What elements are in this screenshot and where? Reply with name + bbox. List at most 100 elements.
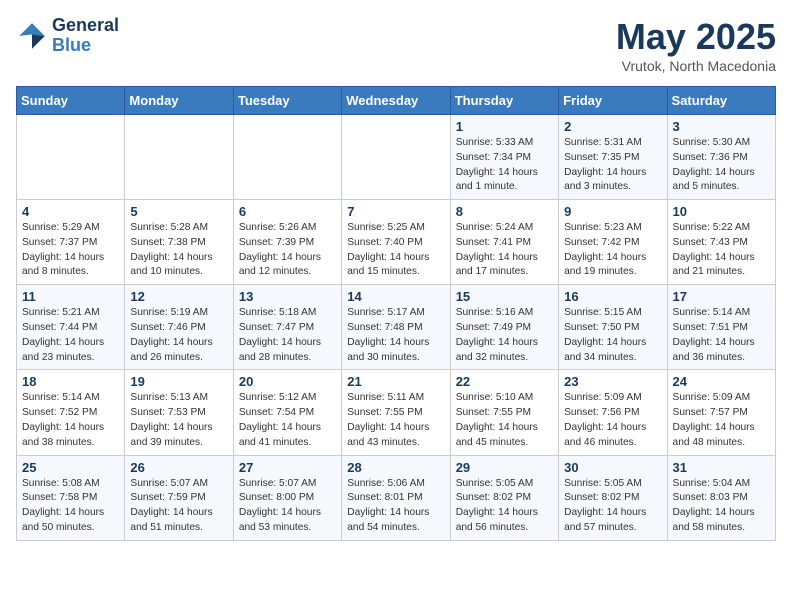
day-info: Sunrise: 5:22 AM Sunset: 7:43 PM Dayligh… [673,221,770,280]
day-info: Sunrise: 5:06 AM Sunset: 8:01 PM Dayligh… [347,477,444,536]
day-number: 23 [564,374,661,389]
day-info: Sunrise: 5:26 AM Sunset: 7:39 PM Dayligh… [239,221,336,280]
day-info: Sunrise: 5:04 AM Sunset: 8:03 PM Dayligh… [673,477,770,536]
calendar-cell: 18Sunrise: 5:14 AM Sunset: 7:52 PM Dayli… [17,370,125,455]
day-number: 21 [347,374,444,389]
page-header: General Blue May 2025 Vrutok, North Mace… [16,16,776,74]
day-info: Sunrise: 5:23 AM Sunset: 7:42 PM Dayligh… [564,221,661,280]
day-info: Sunrise: 5:33 AM Sunset: 7:34 PM Dayligh… [456,136,553,195]
calendar-cell: 26 Sunrise: 5:07 AM Sunset: 7:59 PM Dayli… [125,455,233,540]
day-info: Sunrise: 5:29 AM Sunset: 7:37 PM Dayligh… [22,221,119,280]
day-number: 31 [673,460,770,475]
calendar-cell: 16 Sunrise: 5:15 AM Sunset: 7:50 PM Dayli… [559,285,667,370]
day-number: 12 [130,289,227,304]
calendar-cell: 22 Sunrise: 5:10 AM Sunset: 7:55 PM Dayli… [450,370,558,455]
logo: General Blue [16,16,119,56]
day-number: 24 [673,374,770,389]
header-day: Tuesday [233,87,341,115]
day-number: 6 [239,204,336,219]
calendar-cell: 3 Sunrise: 5:30 AM Sunset: 7:36 PM Daylig… [667,115,775,200]
day-info: Sunrise: 5:09 AM Sunset: 7:57 PM Dayligh… [673,391,770,450]
day-number: 3 [673,119,770,134]
header-day: Sunday [17,87,125,115]
day-info: Sunrise: 5:10 AM Sunset: 7:55 PM Dayligh… [456,391,553,450]
calendar-cell: 14 Sunrise: 5:17 AM Sunset: 7:48 PM Dayli… [342,285,450,370]
calendar-cell: 1 Sunrise: 5:33 AM Sunset: 7:34 PM Daylig… [450,115,558,200]
day-info: Sunrise: 5:07 AM Sunset: 7:59 PM Dayligh… [130,477,227,536]
calendar-cell: 28 Sunrise: 5:06 AM Sunset: 8:01 PM Dayli… [342,455,450,540]
day-number: 4 [22,204,119,219]
header-day: Monday [125,87,233,115]
calendar-cell: 7 Sunrise: 5:25 AM Sunset: 7:40 PM Daylig… [342,200,450,285]
logo-blue: Blue [52,36,119,56]
calendar-cell: 19 Sunrise: 5:13 AM Sunset: 7:53 PM Dayli… [125,370,233,455]
day-info: Sunrise: 5:17 AM Sunset: 7:48 PM Dayligh… [347,306,444,365]
location: Vrutok, North Macedonia [616,58,776,74]
calendar-cell: 25Sunrise: 5:08 AM Sunset: 7:58 PM Dayli… [17,455,125,540]
month-title: May 2025 [616,16,776,58]
day-info: Sunrise: 5:21 AM Sunset: 7:44 PM Dayligh… [22,306,119,365]
day-number: 1 [456,119,553,134]
calendar-cell: 30Sunrise: 5:05 AM Sunset: 8:02 PM Dayli… [559,455,667,540]
calendar-cell: 24 Sunrise: 5:09 AM Sunset: 7:57 PM Dayli… [667,370,775,455]
day-number: 30 [564,460,661,475]
day-info: Sunrise: 5:30 AM Sunset: 7:36 PM Dayligh… [673,136,770,195]
day-number: 14 [347,289,444,304]
day-number: 10 [673,204,770,219]
day-number: 7 [347,204,444,219]
calendar-row: 11 Sunrise: 5:21 AM Sunset: 7:44 PM Dayli… [17,285,776,370]
day-info: Sunrise: 5:16 AM Sunset: 7:49 PM Dayligh… [456,306,553,365]
day-number: 17 [673,289,770,304]
header-day: Thursday [450,87,558,115]
day-number: 11 [22,289,119,304]
calendar-table: SundayMondayTuesdayWednesdayThursdayFrid… [16,86,776,541]
calendar-row: 4 Sunrise: 5:29 AM Sunset: 7:37 PM Daylig… [17,200,776,285]
calendar-cell: 9Sunrise: 5:23 AM Sunset: 7:42 PM Daylig… [559,200,667,285]
logo-icon [16,20,48,52]
day-number: 16 [564,289,661,304]
logo-general: General [52,16,119,36]
calendar-cell: 4 Sunrise: 5:29 AM Sunset: 7:37 PM Daylig… [17,200,125,285]
day-info: Sunrise: 5:25 AM Sunset: 7:40 PM Dayligh… [347,221,444,280]
header-row: SundayMondayTuesdayWednesdayThursdayFrid… [17,87,776,115]
day-info: Sunrise: 5:13 AM Sunset: 7:53 PM Dayligh… [130,391,227,450]
calendar-cell: 13Sunrise: 5:18 AM Sunset: 7:47 PM Dayli… [233,285,341,370]
day-info: Sunrise: 5:09 AM Sunset: 7:56 PM Dayligh… [564,391,661,450]
day-info: Sunrise: 5:19 AM Sunset: 7:46 PM Dayligh… [130,306,227,365]
day-info: Sunrise: 5:31 AM Sunset: 7:35 PM Dayligh… [564,136,661,195]
calendar-cell: 5Sunrise: 5:28 AM Sunset: 7:38 PM Daylig… [125,200,233,285]
day-info: Sunrise: 5:05 AM Sunset: 8:02 PM Dayligh… [456,477,553,536]
calendar-cell: 23 Sunrise: 5:09 AM Sunset: 7:56 PM Dayli… [559,370,667,455]
calendar-cell: 12 Sunrise: 5:19 AM Sunset: 7:46 PM Dayli… [125,285,233,370]
day-number: 2 [564,119,661,134]
day-number: 15 [456,289,553,304]
day-number: 19 [130,374,227,389]
calendar-cell: 17Sunrise: 5:14 AM Sunset: 7:51 PM Dayli… [667,285,775,370]
calendar-header: SundayMondayTuesdayWednesdayThursdayFrid… [17,87,776,115]
calendar-cell: 8Sunrise: 5:24 AM Sunset: 7:41 PM Daylig… [450,200,558,285]
day-number: 27 [239,460,336,475]
calendar-cell: 11 Sunrise: 5:21 AM Sunset: 7:44 PM Dayli… [17,285,125,370]
day-info: Sunrise: 5:11 AM Sunset: 7:55 PM Dayligh… [347,391,444,450]
calendar-row: 18Sunrise: 5:14 AM Sunset: 7:52 PM Dayli… [17,370,776,455]
calendar-row: 25Sunrise: 5:08 AM Sunset: 7:58 PM Dayli… [17,455,776,540]
day-info: Sunrise: 5:18 AM Sunset: 7:47 PM Dayligh… [239,306,336,365]
day-number: 20 [239,374,336,389]
calendar-cell [17,115,125,200]
calendar-cell: 20 Sunrise: 5:12 AM Sunset: 7:54 PM Dayli… [233,370,341,455]
header-day: Saturday [667,87,775,115]
calendar-cell: 10 Sunrise: 5:22 AM Sunset: 7:43 PM Dayli… [667,200,775,285]
day-info: Sunrise: 5:12 AM Sunset: 7:54 PM Dayligh… [239,391,336,450]
calendar-cell: 15 Sunrise: 5:16 AM Sunset: 7:49 PM Dayli… [450,285,558,370]
day-number: 25 [22,460,119,475]
calendar-cell [342,115,450,200]
day-info: Sunrise: 5:14 AM Sunset: 7:52 PM Dayligh… [22,391,119,450]
day-number: 26 [130,460,227,475]
day-number: 22 [456,374,553,389]
day-info: Sunrise: 5:24 AM Sunset: 7:41 PM Dayligh… [456,221,553,280]
day-number: 28 [347,460,444,475]
day-info: Sunrise: 5:15 AM Sunset: 7:50 PM Dayligh… [564,306,661,365]
header-day: Friday [559,87,667,115]
day-info: Sunrise: 5:28 AM Sunset: 7:38 PM Dayligh… [130,221,227,280]
title-area: May 2025 Vrutok, North Macedonia [616,16,776,74]
